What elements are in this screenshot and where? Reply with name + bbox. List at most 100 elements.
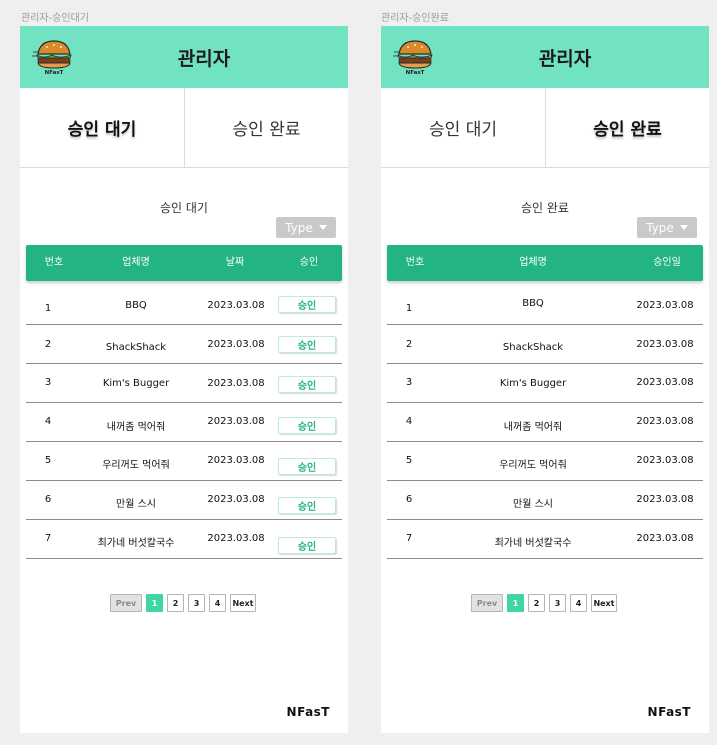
pagination-next[interactable]: Next	[230, 594, 256, 612]
pagination-next[interactable]: Next	[591, 594, 617, 612]
row-company: 만월 스시	[513, 499, 553, 510]
row-approved-date: 2023.03.08	[636, 377, 694, 388]
column-header-date: 날짜	[225, 257, 245, 268]
pagination-page[interactable]: 3	[549, 594, 566, 612]
approve-button[interactable]: 승인	[278, 537, 336, 554]
row-number: 6	[405, 494, 413, 505]
column-header-name: 업체명	[122, 257, 150, 268]
approve-button[interactable]: 승인	[278, 417, 336, 434]
pagination-page[interactable]: 2	[528, 594, 545, 612]
type-filter-button[interactable]: Type	[637, 217, 697, 238]
frame-label-complete: 관리자-승인완료	[381, 13, 450, 24]
row-number: 3	[44, 377, 52, 388]
table-row: 7 최가네 버섯칼국수 2023.03.08 승인	[26, 520, 342, 559]
pagination-prev[interactable]: Prev	[110, 594, 142, 612]
table-row: 5 우리꺼도 먹어줘 2023.03.08	[387, 442, 703, 481]
type-filter-label: Type	[285, 220, 313, 235]
admin-pending-frame: NFasT 관리자 승인 대기 승인 완료 승인 대기 Type 번호 업체명 …	[20, 26, 348, 733]
pagination-page[interactable]: 3	[188, 594, 205, 612]
row-date: 2023.03.08	[207, 494, 265, 505]
row-number: 5	[44, 455, 52, 466]
table-row: 4 내꺼좀 먹어줘 2023.03.08 승인	[26, 403, 342, 442]
table-row: 1 BBQ 2023.03.08 승인	[26, 286, 342, 325]
row-approved-date: 2023.03.08	[636, 455, 694, 466]
table-header: 번호 업체명 날짜 승인	[26, 245, 342, 281]
type-filter-button[interactable]: Type	[276, 217, 336, 238]
row-number: 5	[405, 455, 413, 466]
row-number: 1	[405, 303, 413, 314]
table-row: 6 만월 스시 2023.03.08 승인	[26, 481, 342, 520]
row-approved-date: 2023.03.08	[636, 300, 694, 311]
row-approved-date: 2023.03.08	[636, 494, 694, 505]
row-number: 4	[405, 416, 413, 427]
approve-button[interactable]: 승인	[278, 458, 336, 475]
pagination: Prev 1 2 3 4 Next	[20, 594, 348, 614]
row-company: 우리꺼도 먹어줘	[102, 460, 170, 471]
table-row: 4 내꺼좀 먹어줘 2023.03.08	[387, 403, 703, 442]
row-company: 최가네 버섯칼국수	[494, 538, 572, 549]
approve-button[interactable]: 승인	[278, 336, 336, 353]
row-number: 7	[405, 533, 413, 544]
approve-button[interactable]: 승인	[278, 497, 336, 514]
pagination-page[interactable]: 1	[507, 594, 524, 612]
row-number: 6	[44, 494, 52, 505]
brand-footer: NFasT	[286, 705, 330, 719]
approve-button[interactable]: 승인	[278, 376, 336, 393]
app-header: NFasT 관리자	[381, 26, 709, 88]
page-title: 관리자	[177, 48, 231, 70]
row-date: 2023.03.08	[207, 533, 265, 544]
row-company: 내꺼좀 먹어줘	[106, 422, 166, 433]
pagination-page[interactable]: 1	[146, 594, 163, 612]
tab-complete[interactable]: 승인 완료	[545, 88, 709, 167]
row-approved-date: 2023.03.08	[636, 416, 694, 427]
app-header: NFasT 관리자	[20, 26, 348, 88]
column-header-approved-date: 승인일	[653, 257, 681, 268]
caret-down-icon	[679, 225, 688, 230]
table-row: 3 Kim's Bugger 2023.03.08	[387, 364, 703, 403]
table-row: 1 BBQ 2023.03.08	[387, 286, 703, 325]
tab-bar: 승인 대기 승인 완료	[20, 88, 348, 168]
tab-pending[interactable]: 승인 대기	[381, 88, 545, 167]
row-number: 3	[405, 377, 413, 388]
row-company: BBQ	[125, 300, 147, 311]
row-company: 최가네 버섯칼국수	[97, 538, 175, 549]
tab-bar: 승인 대기 승인 완료	[381, 88, 709, 168]
row-date: 2023.03.08	[207, 455, 265, 466]
row-date: 2023.03.08	[207, 339, 265, 350]
row-approved-date: 2023.03.08	[636, 533, 694, 544]
row-number: 1	[44, 303, 52, 314]
row-company: ShackShack	[105, 342, 167, 353]
approve-button[interactable]: 승인	[278, 296, 336, 313]
tab-complete[interactable]: 승인 완료	[184, 88, 348, 167]
row-company: ShackShack	[502, 342, 564, 353]
table-row: 6 만월 스시 2023.03.08	[387, 481, 703, 520]
pagination-page[interactable]: 4	[209, 594, 226, 612]
page-title: 관리자	[538, 48, 592, 70]
pagination-prev[interactable]: Prev	[471, 594, 503, 612]
row-company: BBQ	[522, 298, 544, 309]
row-company: Kim's Bugger	[102, 378, 170, 389]
row-company: 내꺼좀 먹어줘	[503, 422, 563, 433]
row-company: 만월 스시	[116, 499, 156, 510]
pagination: Prev 1 2 3 4 Next	[381, 594, 709, 614]
brand-footer: NFasT	[647, 705, 691, 719]
pagination-page[interactable]: 4	[570, 594, 587, 612]
section-title: 승인 완료	[521, 201, 569, 215]
column-header-number: 번호	[44, 257, 64, 268]
row-company: 우리꺼도 먹어줘	[499, 460, 567, 471]
pagination-page[interactable]: 2	[167, 594, 184, 612]
row-number: 2	[44, 339, 52, 350]
tab-pending[interactable]: 승인 대기	[20, 88, 184, 167]
row-date: 2023.03.08	[207, 378, 265, 389]
row-number: 7	[44, 533, 52, 544]
table-row: 5 우리꺼도 먹어줘 2023.03.08 승인	[26, 442, 342, 481]
frame-label-pending: 관리자-승인대기	[21, 13, 90, 24]
row-date: 2023.03.08	[207, 300, 265, 311]
caret-down-icon	[318, 225, 327, 230]
row-company: Kim's Bugger	[499, 378, 567, 389]
admin-complete-frame: NFasT 관리자 승인 대기 승인 완료 승인 완료 Type 번호 업체명 …	[381, 26, 709, 733]
row-number: 4	[44, 416, 52, 427]
table-row: 2 ShackShack 2023.03.08	[387, 325, 703, 364]
table-row: 3 Kim's Bugger 2023.03.08 승인	[26, 364, 342, 403]
table-header: 번호 업체명 승인일	[387, 245, 703, 281]
